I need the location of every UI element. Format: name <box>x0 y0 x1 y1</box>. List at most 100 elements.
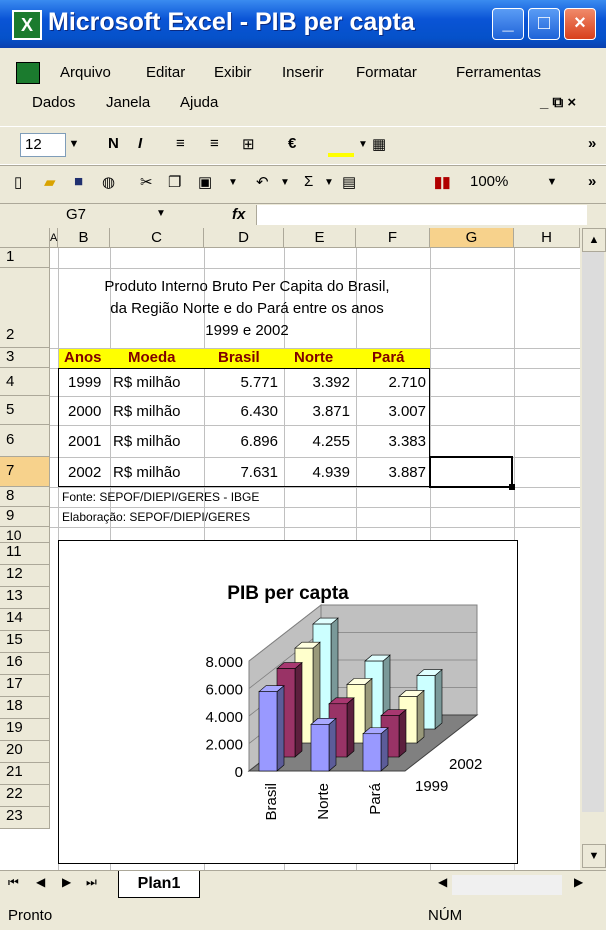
row-header[interactable]: 10 <box>0 527 50 543</box>
column-header-b[interactable]: B <box>58 228 110 248</box>
insert-function-button[interactable]: fx <box>232 204 245 226</box>
next-sheet-icon[interactable]: ▶ <box>62 875 71 889</box>
zoom-dropdown-icon[interactable]: ▼ <box>544 171 560 193</box>
toolbar-overflow-icon[interactable]: » <box>588 173 596 190</box>
open-icon[interactable]: ▰ <box>44 173 56 191</box>
row-header[interactable]: 4 <box>0 368 50 396</box>
column-header-d[interactable]: D <box>204 228 284 248</box>
formula-input[interactable] <box>256 205 587 225</box>
row-header[interactable]: 22 <box>0 785 50 807</box>
row-header[interactable]: 13 <box>0 587 50 609</box>
paste-dropdown-icon[interactable]: ▼ <box>228 177 238 188</box>
scroll-down-icon[interactable]: ▼ <box>582 844 606 868</box>
row-header[interactable]: 5 <box>0 396 50 425</box>
hscroll-right-icon[interactable]: ▶ <box>574 875 583 889</box>
column-header-a[interactable]: A <box>50 228 58 248</box>
row-header[interactable]: 23 <box>0 807 50 829</box>
row-header[interactable]: 8 <box>0 487 50 507</box>
column-header-f[interactable]: F <box>356 228 430 248</box>
menu-ferramentas[interactable]: Ferramentas <box>456 64 541 81</box>
merge-center-icon[interactable]: ⊞ <box>242 135 255 153</box>
undo-dropdown-icon[interactable]: ▼ <box>280 177 290 188</box>
menu-inserir[interactable]: Inserir <box>282 64 324 81</box>
row-header[interactable]: 12 <box>0 565 50 587</box>
menu-formatar[interactable]: Formatar <box>356 64 417 81</box>
zoom-select[interactable]: 100% <box>466 171 538 193</box>
row-header[interactable]: 21 <box>0 763 50 785</box>
excel-icon[interactable]: X <box>12 10 42 40</box>
row-header[interactable]: 2 <box>0 268 50 348</box>
undo-icon[interactable]: ↶ <box>256 173 269 191</box>
scroll-up-icon[interactable]: ▲ <box>582 228 606 252</box>
row-header[interactable]: 3 <box>0 348 50 368</box>
row-header[interactable]: 1 <box>0 248 50 268</box>
copy-icon[interactable]: ❐ <box>168 173 181 191</box>
hscroll-left-icon[interactable]: ◀ <box>438 875 447 889</box>
row-header[interactable]: 19 <box>0 719 50 741</box>
row-header[interactable]: 16 <box>0 653 50 675</box>
row-header[interactable]: 7 <box>0 457 50 487</box>
menu-arquivo[interactable]: Arquivo <box>60 64 111 81</box>
menu-dados[interactable]: Dados <box>32 94 75 111</box>
insert-function-icon[interactable]: ▤ <box>342 173 356 191</box>
column-header-e[interactable]: E <box>284 228 356 248</box>
minimize-button[interactable]: _ <box>492 8 524 40</box>
sheet-tab-plan1[interactable]: Plan1 <box>118 871 200 898</box>
paste-icon[interactable]: ▣ <box>198 173 212 191</box>
horizontal-scrollbar[interactable] <box>452 875 562 895</box>
fill-color-icon[interactable] <box>328 135 354 157</box>
selected-cell-g7[interactable] <box>429 456 513 488</box>
fill-color-dropdown-icon[interactable]: ▼ <box>358 139 368 150</box>
chart-object[interactable]: PIB per capta 8.000 6.000 4.000 2.000 0 Brasi… <box>58 540 518 864</box>
currency-button[interactable]: € <box>288 135 296 152</box>
menu-editar[interactable]: Editar <box>146 64 185 81</box>
last-sheet-icon[interactable]: ⏭ <box>86 875 97 890</box>
new-icon[interactable]: ▯ <box>14 173 22 191</box>
borders-icon[interactable]: ▦ <box>372 135 386 153</box>
row-header[interactable]: 14 <box>0 609 50 631</box>
column-header-g[interactable]: G <box>430 228 514 248</box>
column-header-h[interactable]: H <box>514 228 580 248</box>
italic-button[interactable]: I <box>138 135 142 152</box>
column-header-c[interactable]: C <box>110 228 204 248</box>
fill-handle[interactable] <box>509 484 515 490</box>
name-box[interactable]: G7 <box>56 204 196 226</box>
font-size-select[interactable]: 12 <box>20 133 66 157</box>
vertical-scrollbar[interactable]: ▲ ▼ <box>580 228 606 870</box>
font-size-dropdown-icon[interactable]: ▼ <box>66 133 82 155</box>
row-header[interactable]: 11 <box>0 543 50 565</box>
align-left-icon[interactable]: ≡ <box>176 135 185 152</box>
menu-janela[interactable]: Janela <box>106 94 150 111</box>
bar-side <box>380 727 389 772</box>
menu-exibir[interactable]: Exibir <box>214 64 252 81</box>
scroll-thumb[interactable] <box>582 252 604 812</box>
document-window-controls[interactable]: _ ⧉ × <box>540 94 576 111</box>
autosum-dropdown-icon[interactable]: ▼ <box>324 177 334 188</box>
bold-button[interactable]: N <box>108 135 119 152</box>
bar-side <box>434 668 443 730</box>
row-header[interactable]: 15 <box>0 631 50 653</box>
row-header[interactable]: 6 <box>0 425 50 457</box>
first-sheet-icon[interactable]: ⏮ <box>8 875 19 890</box>
prev-sheet-icon[interactable]: ◀ <box>36 875 45 889</box>
row-header[interactable]: 18 <box>0 697 50 719</box>
permission-icon[interactable]: ◍ <box>102 173 115 191</box>
title-bar[interactable]: X Microsoft Excel - PIB per capta _ □ × <box>0 0 606 48</box>
worksheet-grid[interactable]: A B C D E F G H 1 2 3 4 5 6 7 8 9 10 11 … <box>0 228 580 870</box>
close-button[interactable]: × <box>564 8 596 40</box>
save-icon[interactable]: ■ <box>74 173 83 190</box>
select-all-corner[interactable] <box>0 228 50 248</box>
row-header[interactable]: 20 <box>0 741 50 763</box>
toolbar-overflow-icon[interactable]: » <box>588 135 596 152</box>
autosum-button[interactable]: Σ <box>304 173 313 190</box>
name-box-dropdown-icon[interactable]: ▼ <box>156 208 166 219</box>
maximize-button[interactable]: □ <box>528 8 560 40</box>
menu-ajuda[interactable]: Ajuda <box>180 94 218 111</box>
chart-wizard-icon[interactable]: ▮▮ <box>434 173 451 191</box>
align-center-icon[interactable]: ≡ <box>210 135 219 152</box>
row-header[interactable]: 17 <box>0 675 50 697</box>
bar <box>310 724 330 772</box>
document-icon[interactable] <box>16 62 40 84</box>
row-header[interactable]: 9 <box>0 507 50 527</box>
cut-icon[interactable]: ✂ <box>140 173 153 191</box>
